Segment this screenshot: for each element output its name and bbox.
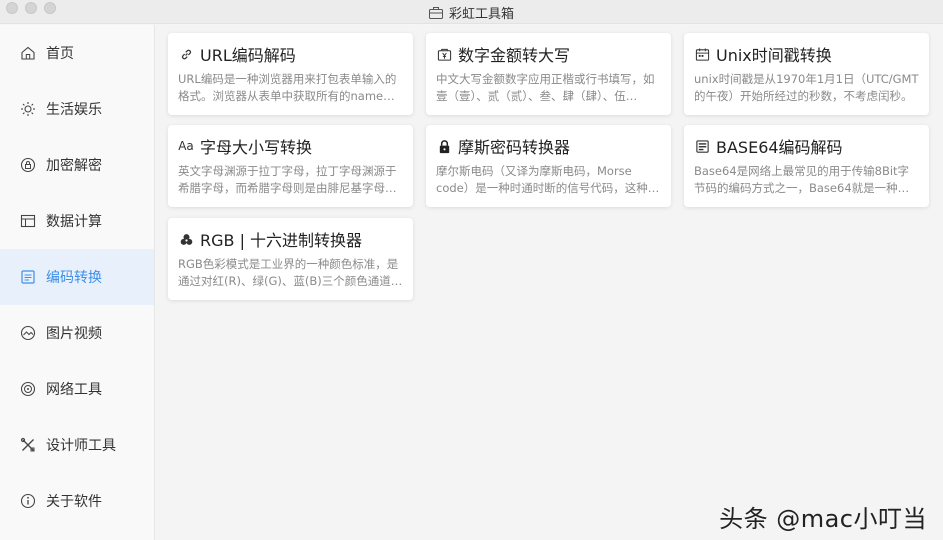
card-title: Unix时间戳转换: [716, 46, 832, 65]
tool-card-case[interactable]: Aa 字母大小写转换 英文字母渊源于拉丁字母，拉丁字母渊源于希腊字母，而希腊字母…: [168, 125, 413, 207]
toolbox-icon: [428, 6, 443, 19]
window-title: 彩虹工具箱: [448, 7, 514, 22]
link-icon: [178, 46, 194, 62]
home-icon: [20, 45, 36, 61]
main-content: URL编码解码 URL编码是一种浏览器用来打包表单输入的格式。浏览器从表单中获取…: [156, 25, 943, 540]
sidebar-item-home[interactable]: 首页: [0, 25, 154, 81]
sidebar-item-label: 关于软件: [46, 494, 102, 510]
sidebar-item-label: 加密解密: [46, 158, 102, 174]
card-description: 英文字母渊源于拉丁字母，拉丁字母渊源于希腊字母，而希腊字母则是由腓尼基字母演变而…: [178, 164, 397, 195]
sidebar-item-about[interactable]: 关于软件: [0, 473, 154, 529]
card-title: 数字金额转大写: [458, 46, 571, 65]
sidebar-item-encoding[interactable]: 编码转换: [0, 249, 154, 305]
card-description: RGB色彩模式是工业界的一种颜色标准，是通过对红(R)、绿(G)、蓝(B)三个颜…: [178, 257, 403, 288]
sun-icon: [20, 101, 36, 117]
sidebar-item-label: 生活娱乐: [46, 102, 102, 118]
sidebar-item-label: 图片视频: [46, 326, 102, 342]
calendar-icon: [694, 46, 710, 62]
sidebar-item-label: 网络工具: [46, 382, 102, 398]
window-title-group: 彩虹工具箱: [0, 3, 943, 22]
image-icon: [20, 325, 36, 341]
tool-card-base64[interactable]: BASE64编码解码 Base64是网络上最常见的用于传输8Bit字节码的编码方…: [684, 125, 929, 207]
card-title: BASE64编码解码: [716, 138, 843, 157]
sidebar-item-crypto[interactable]: 加密解密: [0, 137, 154, 193]
lock-icon: [436, 138, 452, 154]
sidebar-item-media[interactable]: 图片视频: [0, 305, 154, 361]
card-title: URL编码解码: [200, 46, 296, 65]
card-description: 摩尔斯电码（又译为摩斯电码，Morse code）是一种时通时断的信号代码，这种…: [436, 164, 660, 195]
color-icon: [178, 231, 194, 247]
money-icon: [436, 46, 452, 62]
info-icon: [20, 493, 36, 509]
sidebar-item-life[interactable]: 生活娱乐: [0, 81, 154, 137]
card-description: unix时间戳是从1970年1月1日（UTC/GMT的午夜）开始所经过的秒数，不…: [694, 72, 919, 103]
card-title: RGB | 十六进制转换器: [200, 231, 363, 250]
tool-card-rgb[interactable]: RGB | 十六进制转换器 RGB色彩模式是工业界的一种颜色标准，是通过对红(R…: [168, 218, 413, 300]
lock-circle-icon: [20, 157, 36, 173]
sidebar-item-label: 编码转换: [46, 270, 102, 286]
title-bar: 彩虹工具箱: [0, 0, 943, 24]
sidebar-item-calc[interactable]: 数据计算: [0, 193, 154, 249]
code-icon: [20, 269, 36, 285]
card-description: Base64是网络上最常见的用于传输8Bit字节码的编码方式之一，Base64就…: [694, 164, 910, 195]
sidebar-item-label: 首页: [46, 46, 74, 62]
watermark: 头条 @mac小叮当: [719, 505, 927, 533]
tool-card-url[interactable]: URL编码解码 URL编码是一种浏览器用来打包表单输入的格式。浏览器从表单中获取…: [168, 33, 413, 115]
document-icon: [694, 138, 710, 154]
tools-icon: [20, 437, 36, 453]
sidebar-item-label: 数据计算: [46, 214, 102, 230]
sidebar-item-designer[interactable]: 设计师工具: [0, 417, 154, 473]
card-description: 中文大写金额数字应用正楷或行书填写，如壹（壹）、贰（贰）、叁、肆（肆）、伍（伍）…: [436, 72, 655, 103]
sidebar-item-label: 设计师工具: [46, 438, 116, 454]
sidebar-item-network[interactable]: 网络工具: [0, 361, 154, 417]
network-icon: [20, 381, 36, 397]
chart-icon: [20, 213, 36, 229]
font-case-icon: Aa: [178, 139, 194, 153]
tool-card-unix[interactable]: Unix时间戳转换 unix时间戳是从1970年1月1日（UTC/GMT的午夜）…: [684, 33, 929, 115]
card-description: URL编码是一种浏览器用来打包表单输入的格式。浏览器从表单中获取所有的name和…: [178, 72, 397, 103]
card-title: 字母大小写转换: [200, 138, 313, 157]
tool-card-amount[interactable]: 数字金额转大写 中文大写金额数字应用正楷或行书填写，如壹（壹）、贰（贰）、叁、肆…: [426, 33, 671, 115]
card-title: 摩斯密码转换器: [458, 138, 571, 157]
tool-card-morse[interactable]: 摩斯密码转换器 摩尔斯电码（又译为摩斯电码，Morse code）是一种时通时断…: [426, 125, 671, 207]
sidebar: 首页 生活娱乐 加密解密 数据计算 编码转换 图片视频 网络工具 设计师工具 关…: [0, 25, 155, 540]
